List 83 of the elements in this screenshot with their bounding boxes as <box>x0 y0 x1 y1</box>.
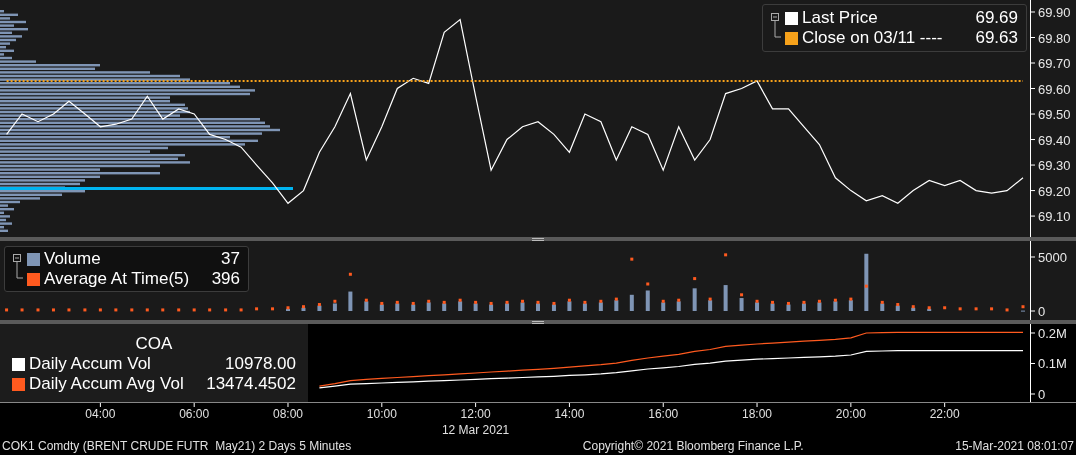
volume-bar <box>629 294 634 311</box>
axis-tick-label: 5000 <box>1038 250 1067 265</box>
volume-bar <box>505 303 510 311</box>
drag-handle-icon[interactable] <box>532 237 544 241</box>
volume-bar <box>536 303 540 311</box>
legend-value: 396 <box>210 269 240 289</box>
axis-tick-label: 16:00 <box>648 407 679 421</box>
axis-tick-label: 0 <box>1038 304 1046 319</box>
volume-bar <box>411 304 416 311</box>
axis-tick-label: 69.40 <box>1038 132 1071 148</box>
axis-tick-label: 12:00 <box>460 407 491 421</box>
volume-bar <box>723 285 728 311</box>
volume-bar <box>426 302 431 311</box>
axis-tick-label: 69.30 <box>1038 158 1071 174</box>
volume-bar <box>489 304 494 311</box>
volume-bar <box>801 303 806 311</box>
axis-tick-label: 08:00 <box>273 407 303 421</box>
volume-bar <box>864 253 869 311</box>
volume-bar <box>598 302 603 311</box>
legend-value: 37 <box>220 249 240 269</box>
axis-tick-label: 69.20 <box>1038 183 1071 199</box>
timestamp: 15-Mar-2021 08:01:07 <box>955 438 1074 455</box>
volume-bar <box>848 300 853 311</box>
volume-bar <box>395 303 400 311</box>
volume-bar <box>676 301 681 311</box>
collapse-icon[interactable] <box>13 254 23 280</box>
axis-tick-label: 69.90 <box>1038 5 1071 20</box>
axis-tick-label: 22:00 <box>929 407 960 421</box>
drag-handle-icon[interactable] <box>532 320 544 324</box>
volume-bar <box>551 304 556 311</box>
legend-value: 69.63 <box>974 28 1018 48</box>
volume-bar <box>317 305 322 311</box>
volume-bar <box>817 302 822 311</box>
axis-tick-label: 20:00 <box>835 407 866 421</box>
volume-bar <box>458 301 463 311</box>
axis-date-label: 12 Mar 2021 <box>441 423 510 437</box>
volume-bar <box>364 301 369 311</box>
axis-tick-label: 0.1M <box>1038 356 1067 372</box>
legend-label: Close on 03/11 ---- <box>802 28 943 48</box>
volume-bar <box>895 305 900 311</box>
volume-bar <box>661 302 666 311</box>
volume-bar <box>739 298 744 311</box>
volume-bar <box>520 302 525 311</box>
volume-bar <box>708 300 713 311</box>
security-description: COK1 Comdty (BRENT CRUDE FUTR May21) 2 Days 5 Minutes <box>2 438 352 455</box>
volume-bar <box>786 304 791 311</box>
volume-bar <box>770 303 775 311</box>
volume-bar <box>348 291 353 311</box>
axis-tick-label: 0.2M <box>1038 326 1067 341</box>
legend-label: Last Price <box>802 8 878 28</box>
legend-label: Daily Accum Avg Vol <box>29 374 184 394</box>
legend-value: 69.69 <box>974 8 1018 28</box>
legend-title: COA <box>135 334 173 354</box>
axis-tick-label: 10:00 <box>366 407 397 421</box>
axis-tick-label: 69.70 <box>1038 56 1071 71</box>
legend-label: Volume <box>44 249 101 269</box>
axis-tick-label: 69.50 <box>1038 107 1071 123</box>
legend-label: Average At Time(5) <box>44 269 190 289</box>
axis-tick-label: 04:00 <box>85 407 116 421</box>
volume-bar <box>880 303 885 311</box>
axis-tick-label: 69.80 <box>1038 30 1071 46</box>
volume-bar <box>582 303 587 311</box>
volume-bar <box>567 301 572 311</box>
axis-tick-label: 69.60 <box>1038 81 1071 97</box>
legend-value: 13474.4502 <box>205 374 296 394</box>
volume-bar <box>332 303 337 311</box>
axis-tick-label: 0 <box>1038 387 1046 402</box>
volume-bar <box>442 303 447 311</box>
legend-label: Daily Accum Vol <box>29 354 151 374</box>
volume-bar <box>645 290 650 311</box>
volume-bar <box>473 303 478 311</box>
volume-bar <box>614 300 619 311</box>
volume-bar <box>379 304 384 311</box>
legend-value: 10978.00 <box>224 354 296 374</box>
axis-tick-label: 18:00 <box>742 407 773 421</box>
copyright-text: Copyright© 2021 Bloomberg Finance L.P. <box>582 438 804 455</box>
volume-bar <box>692 288 697 311</box>
collapse-icon[interactable] <box>771 13 781 39</box>
volume-bar <box>833 301 838 311</box>
volume-bar <box>755 302 760 311</box>
axis-tick-label: 14:00 <box>554 407 585 421</box>
axis-tick-label: 69.10 <box>1038 209 1071 225</box>
axis-tick-label: 06:00 <box>179 407 210 421</box>
